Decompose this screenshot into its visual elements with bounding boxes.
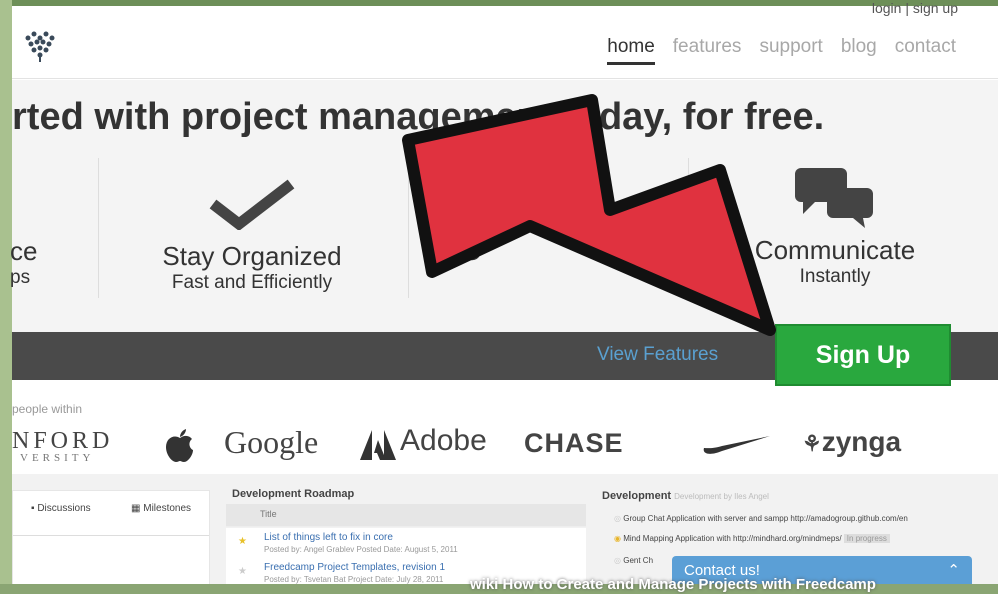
radio-icon[interactable]: ◎ xyxy=(614,514,621,523)
feature-divider xyxy=(688,158,689,298)
roadmap-title: Development Roadmap xyxy=(232,488,355,500)
google-logo: Google xyxy=(224,424,319,460)
adobe-logo: Adobe xyxy=(400,424,487,457)
development-title: Development Development by Iles Angel xyxy=(602,490,769,502)
star-icon[interactable]: ★ xyxy=(238,566,247,577)
nav-home[interactable]: home xyxy=(607,36,655,65)
list-item[interactable]: ◉ Mind Mapping Application with http://m… xyxy=(614,534,890,543)
hero-section: rted with project management today, for … xyxy=(10,80,998,332)
site-header: home features support blog contact xyxy=(12,16,998,79)
feature-communicate: Communicate Instantly xyxy=(730,166,940,288)
customer-logos: people within NFORD VERSITY Google Adobe… xyxy=(12,390,958,472)
roadmap-item-title[interactable]: List of things left to fix in core xyxy=(264,532,393,543)
stanford-subtitle: VERSITY xyxy=(20,452,95,464)
panel-divider xyxy=(13,535,209,536)
tab-panel: ▪ Discussions ▦ Milestones xyxy=(12,490,210,592)
view-features-link[interactable]: View Features xyxy=(597,344,718,366)
cta-bar: View Features Sign Up xyxy=(12,324,998,386)
feature-divider xyxy=(98,158,99,298)
discussions-icon: ▪ xyxy=(31,503,35,514)
adobe-logo-icon xyxy=(360,430,396,460)
logos-intro: people within xyxy=(12,402,83,416)
nav-contact[interactable]: contact xyxy=(895,36,956,65)
tab-discussions[interactable]: ▪ Discussions xyxy=(31,503,91,514)
chevron-up-icon: ⌃ xyxy=(947,562,960,579)
top-bar: login | sign up xyxy=(12,0,998,16)
chase-logo: CHASE xyxy=(524,428,624,458)
feature-title: Communicate xyxy=(754,235,916,265)
feature-title: C xyxy=(462,236,481,266)
tab-milestones[interactable]: ▦ Milestones xyxy=(131,503,191,514)
table-row[interactable]: ★ List of things left to fix in core Pos… xyxy=(226,528,586,559)
star-icon[interactable]: ★ xyxy=(238,536,247,547)
roadmap-item-title[interactable]: Freedcamp Project Templates, revision 1 xyxy=(264,562,445,573)
roadmap-header-row: Title xyxy=(226,504,586,527)
chat-bubbles-icon xyxy=(795,168,873,228)
nav-features[interactable]: features xyxy=(673,36,742,65)
feature-partial-middle: C xyxy=(462,236,502,267)
status-badge: In progress xyxy=(843,534,890,543)
app-preview: ▪ Discussions ▦ Milestones Development R… xyxy=(12,474,998,592)
roadmap-item-meta: Posted by: Tsvetan Bat Project Date: Jul… xyxy=(264,575,444,584)
freedcamp-logo-icon[interactable] xyxy=(20,28,62,64)
sign-up-button[interactable]: Sign Up xyxy=(775,324,951,386)
list-item[interactable]: ◎ Group Chat Application with server and… xyxy=(614,514,908,523)
radio-icon[interactable]: ◉ xyxy=(614,534,621,543)
login-signup-links[interactable]: login | sign up xyxy=(872,0,958,16)
list-item[interactable]: ◎ Gent Ch xyxy=(614,556,653,565)
roadmap-item-meta: Posted by: Angel Grablev Posted Date: Au… xyxy=(264,545,458,554)
roadmap-panel: Development Roadmap Title ★ List of thin… xyxy=(226,484,586,589)
hero-headline: rted with project management today, for … xyxy=(12,96,825,138)
apple-logo-icon xyxy=(166,429,193,462)
feature-subtitle: ps xyxy=(10,267,31,288)
wikihow-watermark: wiki How to Create and Manage Projects w… xyxy=(470,576,876,593)
feature-partial-left: ce ps xyxy=(10,236,50,289)
calendar-icon: ▦ xyxy=(131,503,141,514)
zynga-dog-icon: ⚘ xyxy=(802,431,822,456)
main-nav: home features support blog contact xyxy=(607,36,956,65)
nav-support[interactable]: support xyxy=(759,36,822,65)
feature-stay-organized: Stay Organized Fast and Efficiently xyxy=(132,178,372,294)
nike-swoosh-icon xyxy=(703,436,770,454)
feature-subtitle: Fast and Efficiently xyxy=(171,272,333,293)
feature-subtitle: Instantly xyxy=(799,266,871,287)
radio-icon[interactable]: ◎ xyxy=(614,556,621,565)
frame-left-border xyxy=(0,0,12,594)
feature-divider xyxy=(408,158,409,298)
feature-title: ce xyxy=(10,236,38,266)
zynga-logo: ⚘zynga xyxy=(802,426,902,457)
nav-blog[interactable]: blog xyxy=(841,36,877,65)
roadmap-col-title: Title xyxy=(260,509,277,519)
stanford-logo: NFORD xyxy=(12,428,114,454)
feature-title: Stay Organized xyxy=(162,241,342,271)
checkmark-icon xyxy=(209,179,295,231)
